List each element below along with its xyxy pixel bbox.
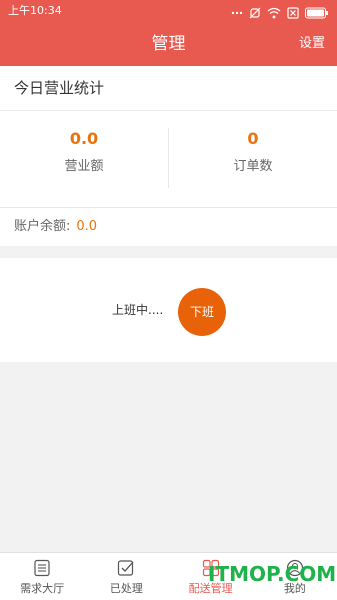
check-box-icon <box>117 559 135 577</box>
balance-value: 0.0 <box>76 219 98 234</box>
tab-processed[interactable]: 已处理 <box>84 553 168 600</box>
settings-button[interactable]: 设置 <box>299 22 325 66</box>
orders-stat: 0 订单数 <box>169 126 337 176</box>
off-duty-button[interactable]: 下班 <box>178 288 226 336</box>
orders-label: 订单数 <box>233 159 273 174</box>
today-stats-card: 今日营业统计 0.0 营业额 0 订单数 账户余额: 0.0 <box>0 66 337 246</box>
account-balance: 账户余额: 0.0 <box>14 208 97 246</box>
status-icons <box>231 4 329 19</box>
watermark: ITMOP.COM <box>208 562 337 586</box>
tab-label: 需求大厅 <box>20 582 65 595</box>
nav-bar: 管理 设置 <box>0 22 337 66</box>
revenue-stat: 0.0 营业额 <box>0 126 168 176</box>
orders-value: 0 <box>247 129 259 148</box>
no-sim-icon <box>287 5 299 19</box>
wifi-icon <box>267 5 281 19</box>
revenue-value: 0.0 <box>69 129 99 148</box>
more-dots-icon <box>231 5 243 17</box>
tab-label: 已处理 <box>109 582 143 595</box>
status-time: 上午10:34 <box>8 4 62 17</box>
battery-icon <box>305 5 329 19</box>
work-status-text: 上班中.... <box>112 303 164 317</box>
revenue-label: 营业额 <box>64 159 104 174</box>
list-icon <box>33 559 51 577</box>
top-bar: 上午10:34 管理 设置 <box>0 0 337 66</box>
rotation-lock-icon <box>249 5 261 19</box>
balance-label: 账户余额: <box>14 219 71 234</box>
status-bar: 上午10:34 <box>0 0 337 22</box>
page-title: 管理 <box>151 34 186 54</box>
divider <box>0 110 337 111</box>
work-status-panel: 上班中.... 下班 <box>0 258 337 362</box>
tab-demand-hall[interactable]: 需求大厅 <box>0 553 84 600</box>
stats-title: 今日营业统计 <box>14 79 105 97</box>
